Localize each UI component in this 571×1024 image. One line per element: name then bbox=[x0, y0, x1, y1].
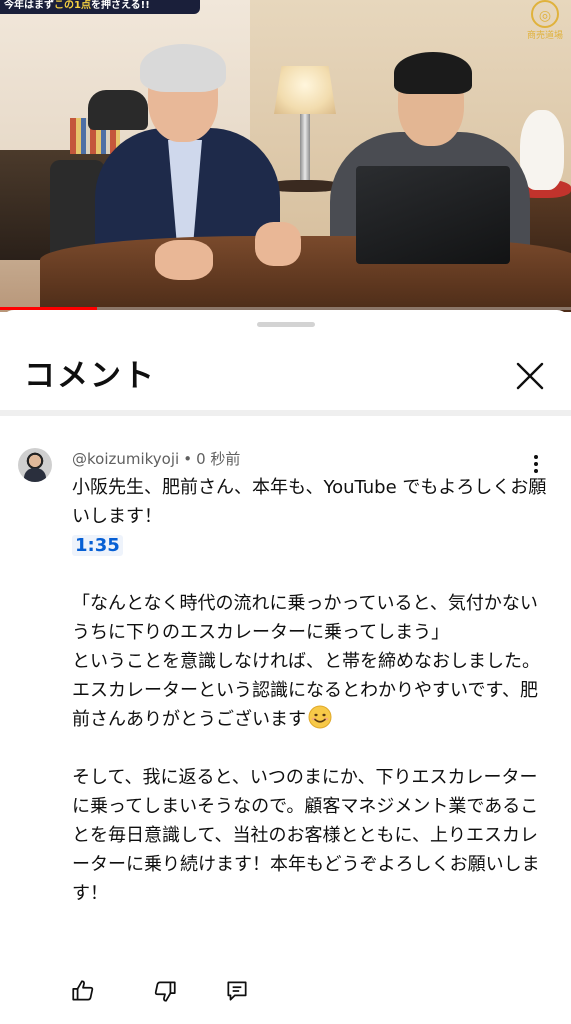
comment-text: 小阪先生、肥前さん、本年も、YouTube でもよろしくお願いします！ 1:35… bbox=[72, 473, 550, 908]
close-icon bbox=[516, 362, 544, 390]
video-laptop bbox=[356, 166, 510, 264]
thumbs-down-icon bbox=[154, 981, 176, 1002]
avatar[interactable] bbox=[18, 448, 52, 482]
like-button[interactable] bbox=[70, 978, 96, 1004]
comments-sheet: コメント @koizumikyoji • 0 秒前 小阪先生、肥前さん、本年も、Yo… bbox=[0, 310, 571, 1024]
comment-line-5: そして、我に返ると、いつのまにか、下りエスカレーターに乗ってしまいそうなので。顧… bbox=[72, 767, 540, 904]
smiling-face-icon bbox=[308, 705, 332, 729]
comment-line-1: 小阪先生、肥前さん、本年も、YouTube でもよろしくお願いします！ bbox=[72, 477, 547, 527]
banner-text-suffix: を押さえる!! bbox=[90, 0, 150, 11]
comment-time: 0 秒前 bbox=[196, 450, 241, 468]
dislike-button[interactable] bbox=[152, 978, 178, 1004]
comment-line-4: エスカレーターという認識になるとわかりやすいです、肥前さんありがとうございます bbox=[72, 680, 539, 730]
channel-logo: ◎ 商売道場 bbox=[522, 0, 568, 56]
timestamp-link[interactable]: 1:35 bbox=[72, 535, 123, 556]
banner-text-prefix: 今年はまず bbox=[4, 0, 54, 11]
video-title-banner: 今年はまずこの1点を押さえる!! bbox=[0, 0, 200, 14]
video-lamp-stem bbox=[300, 114, 310, 186]
video-lucky-cat bbox=[520, 110, 564, 190]
reply-icon bbox=[227, 981, 247, 1001]
meta-separator: • bbox=[183, 450, 193, 468]
video-player[interactable]: 今年はまずこの1点を押さえる!! ◎ 商売道場 bbox=[0, 0, 571, 312]
channel-seal-icon: ◎ bbox=[531, 0, 559, 28]
channel-logo-caption: 商売道場 bbox=[526, 31, 563, 41]
video-person-left-hand bbox=[155, 240, 213, 280]
comment-meta: @koizumikyoji • 0 秒前 bbox=[72, 448, 240, 469]
drag-handle[interactable] bbox=[257, 322, 315, 327]
video-person-left-hair bbox=[140, 44, 226, 92]
avatar-figure bbox=[24, 468, 46, 482]
comment-timestamp-row: 1:35 bbox=[72, 531, 550, 560]
video-lamp-shade bbox=[274, 66, 336, 114]
comment-author[interactable]: @koizumikyoji bbox=[72, 450, 179, 468]
comment-actions bbox=[70, 978, 370, 1008]
banner-text-highlight: この1点 bbox=[54, 0, 91, 11]
reply-button[interactable] bbox=[224, 978, 250, 1004]
video-chair bbox=[88, 90, 148, 130]
close-button[interactable] bbox=[512, 358, 548, 394]
thumbs-up-icon bbox=[72, 980, 94, 1001]
video-person-left-hand-2 bbox=[255, 222, 301, 266]
comment-line-3: ということを意識しなければ、と帯を締めなおしました。 bbox=[72, 651, 540, 672]
header-divider bbox=[0, 410, 571, 416]
video-person-right-hair bbox=[394, 52, 472, 94]
comment-quote: 「なんとなく時代の流れに乗っかっていると、気付かないうちに下りのエスカレーターに… bbox=[72, 593, 538, 643]
comment-line-4-row: エスカレーターという認識になるとわかりやすいです、肥前さんありがとうございます bbox=[72, 676, 550, 734]
sheet-title: コメント bbox=[24, 358, 156, 394]
